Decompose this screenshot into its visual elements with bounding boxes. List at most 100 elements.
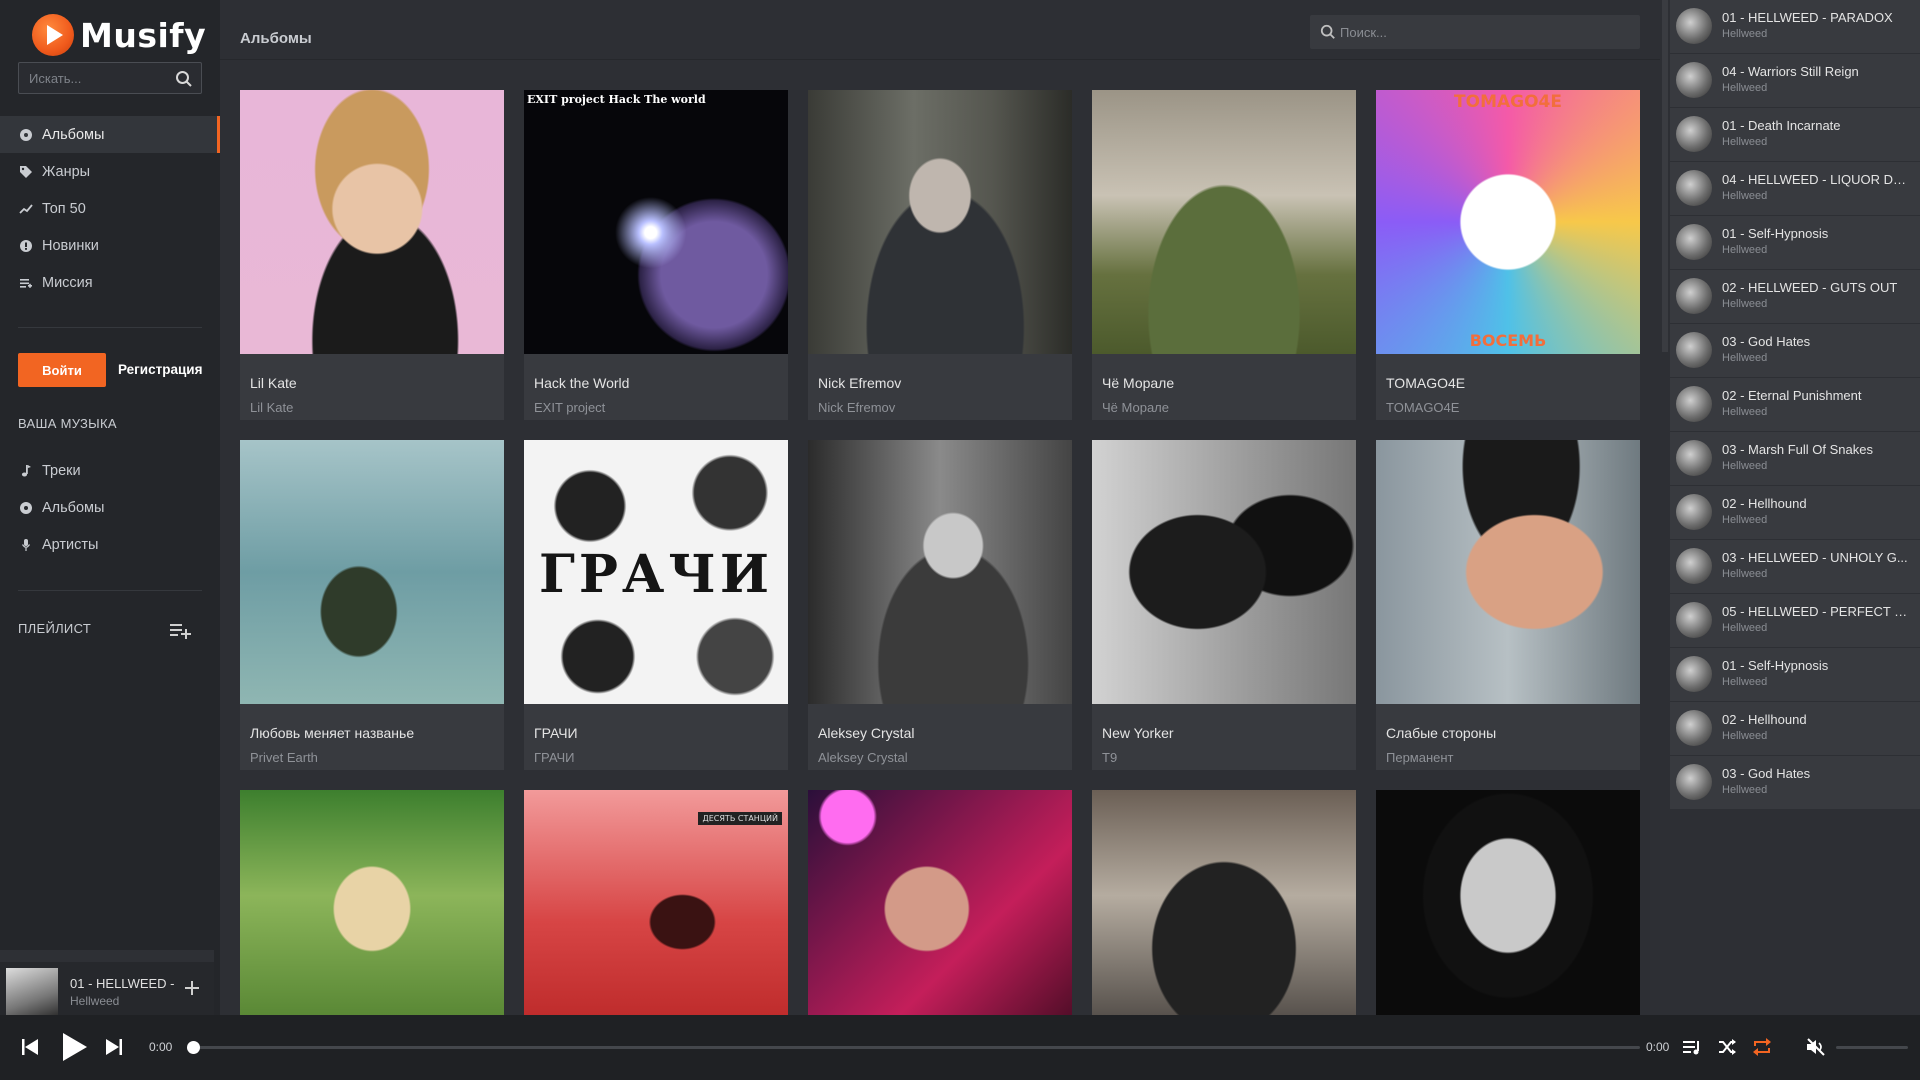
album-artist[interactable]: Aleksey Crystal [818, 750, 908, 765]
album-title[interactable]: Hack the World [534, 375, 629, 391]
album-artist[interactable]: Чё Моралe [1102, 400, 1169, 415]
logo[interactable]: Musify [32, 14, 206, 56]
track-thumbnail [1676, 332, 1712, 368]
top-search-input[interactable] [1340, 15, 1630, 49]
volume-slider[interactable] [1836, 1046, 1908, 1049]
album-card[interactable] [240, 790, 504, 1015]
album-cover[interactable] [808, 440, 1072, 704]
album-card[interactable]: Любовь меняет названье Privet Earth [240, 440, 504, 770]
album-title[interactable]: Aleksey Crystal [818, 725, 914, 741]
album-card[interactable] [808, 790, 1072, 1015]
queue-item[interactable]: 03 - Marsh Full Of Snakes Hellweed [1670, 432, 1920, 486]
queue-item[interactable]: 04 - HELLWEED - LIQUOR DR... Hellweed [1670, 162, 1920, 216]
album-cover[interactable] [1092, 90, 1356, 354]
volume-muted-icon[interactable] [1806, 1038, 1826, 1061]
album-artist[interactable]: TOMAGO4E [1386, 400, 1459, 415]
album-card[interactable]: New Yorker T9 [1092, 440, 1356, 770]
playlist-add-icon[interactable] [170, 621, 192, 644]
album-title[interactable]: TOMAGO4E [1386, 375, 1465, 391]
progress-bar[interactable] [187, 1041, 1640, 1054]
repeat-icon[interactable] [1752, 1038, 1772, 1061]
album-title[interactable]: Слабые стороны [1386, 725, 1496, 741]
album-artist[interactable]: ГРАЧИ [534, 750, 575, 765]
nav-item-mission[interactable]: Миссия [0, 264, 220, 301]
search-icon[interactable] [1320, 24, 1336, 45]
album-card[interactable]: Чё Моралe Чё Моралe [1092, 90, 1356, 420]
queue-list-icon[interactable] [1683, 1039, 1701, 1060]
album-cover[interactable]: ГРАЧИ [524, 440, 788, 704]
divider [18, 327, 202, 328]
queue-item[interactable]: 01 - Death Incarnate Hellweed [1670, 108, 1920, 162]
nav-item-top50[interactable]: Топ 50 [0, 190, 220, 227]
album-cover[interactable] [808, 90, 1072, 354]
sidebar-search-input[interactable] [19, 63, 169, 93]
album-card[interactable]: Aleksey Crystal Aleksey Crystal [808, 440, 1072, 770]
track-thumbnail [1676, 656, 1712, 692]
track-artist: Hellweed [1722, 82, 1768, 94]
queue-item[interactable]: 01 - Self-Hypnosis Hellweed [1670, 216, 1920, 270]
album-card[interactable] [1092, 790, 1356, 1015]
album-artist[interactable]: EXIT project [534, 400, 605, 415]
progress-knob[interactable] [187, 1041, 200, 1054]
nav-item-label: Новинки [42, 237, 99, 254]
album-title[interactable]: New Yorker [1102, 725, 1174, 741]
queue-item[interactable]: 01 - Self-Hypnosis Hellweed [1670, 648, 1920, 702]
next-icon[interactable] [106, 1038, 122, 1061]
album-title[interactable]: Lil Kate [250, 375, 297, 391]
album-cover[interactable] [1092, 440, 1356, 704]
queue-item[interactable]: 01 - HELLWEED - PARADOX Hellweed [1670, 0, 1920, 54]
login-button[interactable]: Войти [18, 353, 106, 387]
queue-item[interactable]: 03 - God Hates Hellweed [1670, 324, 1920, 378]
play-queue: 01 - HELLWEED - PARADOX Hellweed 04 - War… [1660, 0, 1920, 1015]
album-card[interactable]: ДЕСЯТЬ СТАНЦИЙ [524, 790, 788, 1015]
album-cover[interactable] [808, 790, 1072, 1015]
nav-item-my-albums[interactable]: Альбомы [0, 489, 220, 526]
nav-item-new[interactable]: Новинки [0, 227, 220, 264]
nav-item-genres[interactable]: Жанры [0, 153, 220, 190]
album-card[interactable]: ГРАЧИ ГРАЧИ ГРАЧИ [524, 440, 788, 770]
queue-item[interactable]: 02 - Hellhound Hellweed [1670, 702, 1920, 756]
album-title[interactable]: ГРАЧИ [534, 725, 578, 741]
album-artist[interactable]: Nick Efremov [818, 400, 895, 415]
mini-player: 01 - HELLWEED - Hellweed [0, 950, 214, 1020]
shuffle-icon[interactable] [1718, 1039, 1736, 1060]
queue-item[interactable]: 05 - HELLWEED - PERFECT E... Hellweed [1670, 594, 1920, 648]
album-cover[interactable] [240, 790, 504, 1015]
album-artist[interactable]: Privet Earth [250, 750, 318, 765]
now-playing-cover[interactable] [6, 968, 58, 1020]
album-card[interactable]: Nick Efremov Nick Efremov [808, 90, 1072, 420]
nav-item-artists[interactable]: Артисты [0, 526, 220, 563]
album-cover[interactable]: EXIT project Hack The world [524, 90, 788, 354]
queue-item[interactable]: 02 - Eternal Punishment Hellweed [1670, 378, 1920, 432]
queue-item[interactable]: 03 - HELLWEED - UNHOLY G... Hellweed [1670, 540, 1920, 594]
search-icon[interactable] [175, 70, 193, 93]
album-title[interactable]: Nick Efremov [818, 375, 901, 391]
album-card[interactable]: TOMAGO4E ВОСЕМЬ TOMAGO4E TOMAGO4E [1376, 90, 1640, 420]
album-title[interactable]: Любовь меняет названье [250, 725, 414, 741]
album-cover[interactable]: TOMAGO4E ВОСЕМЬ [1376, 90, 1640, 354]
album-cover[interactable] [240, 440, 504, 704]
album-cover[interactable] [1376, 440, 1640, 704]
album-card[interactable] [1376, 790, 1640, 1015]
album-card[interactable]: Слабые стороны Перманент [1376, 440, 1640, 770]
previous-icon[interactable] [22, 1038, 38, 1061]
album-artist[interactable]: Перманент [1386, 750, 1454, 765]
album-artist[interactable]: Lil Kate [250, 400, 293, 415]
queue-item[interactable]: 03 - God Hates Hellweed [1670, 756, 1920, 810]
album-card[interactable]: EXIT project Hack The world Hack the Wor… [524, 90, 788, 420]
album-title[interactable]: Чё Моралe [1102, 375, 1174, 391]
queue-item[interactable]: 02 - HELLWEED - GUTS OUT Hellweed [1670, 270, 1920, 324]
queue-item[interactable]: 02 - Hellhound Hellweed [1670, 486, 1920, 540]
album-artist[interactable]: T9 [1102, 750, 1117, 765]
add-icon[interactable] [184, 980, 200, 1001]
album-cover[interactable] [240, 90, 504, 354]
album-cover[interactable]: ДЕСЯТЬ СТАНЦИЙ [524, 790, 788, 1015]
nav-item-tracks[interactable]: Треки [0, 452, 220, 489]
album-cover[interactable] [1092, 790, 1356, 1015]
register-button[interactable]: Регистрация [118, 353, 202, 387]
album-cover[interactable] [1376, 790, 1640, 1015]
album-card[interactable]: Lil Kate Lil Kate [240, 90, 504, 420]
queue-item[interactable]: 04 - Warriors Still Reign Hellweed [1670, 54, 1920, 108]
nav-item-albums[interactable]: Альбомы [0, 116, 220, 153]
play-icon[interactable] [62, 1032, 88, 1067]
